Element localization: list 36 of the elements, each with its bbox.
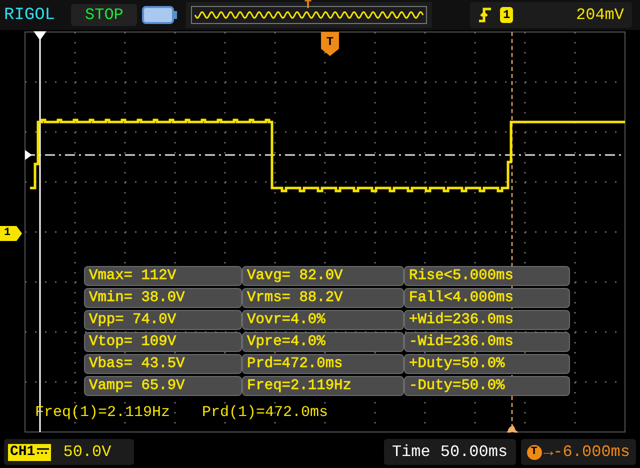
timebase-value: 50.00ms: [440, 443, 508, 461]
run-state[interactable]: STOP: [71, 4, 138, 26]
measurement-cell: -Wid=236.0ms: [404, 332, 570, 352]
trigger-level-marker-icon: [25, 150, 32, 160]
measurement-cell: Prd=472.0ms: [242, 354, 404, 374]
measurement-cell: Fall<4.000ms: [404, 288, 570, 308]
measurement-cell: Vovr=4.0%: [242, 310, 404, 330]
trigger-position-marker: T: [304, 0, 312, 11]
measurement-cell: Vpp= 74.0V: [84, 310, 242, 330]
trigger-level: 204mV: [576, 6, 624, 24]
trigger-offset-marker: T: [526, 444, 542, 460]
battery-icon: [142, 5, 178, 25]
measurement-cell: Vamp= 65.9V: [84, 376, 242, 396]
measurement-cell: Vmin= 38.0V: [84, 288, 242, 308]
measurement-readout: Prd(1)=472.0ms: [202, 404, 328, 421]
measurement-cell: +Wid=236.0ms: [404, 310, 570, 330]
channel-marker[interactable]: 1: [0, 226, 22, 241]
measurement-cell: Vavg= 82.0V: [242, 266, 404, 286]
measurement-cell: +Duty=50.0%: [404, 354, 570, 374]
rising-edge-icon: [478, 7, 492, 23]
dc-coupling-icon: [37, 447, 50, 457]
timebase-label: Time: [392, 443, 430, 461]
measurement-cell: Vpre=4.0%: [242, 332, 404, 352]
measurement-cell: Vmax= 112V: [84, 266, 242, 286]
trigger-marker[interactable]: T: [321, 32, 339, 56]
brand-logo: RIGOL: [4, 6, 56, 24]
measurement-cell: Rise<5.000ms: [404, 266, 570, 286]
vertical-scale: 50.0V: [63, 443, 112, 461]
measurement-cell: Vrms= 88.2V: [242, 288, 404, 308]
measurement-cell: Freq=2.119Hz: [242, 376, 404, 396]
measurement-cell: Vbas= 43.5V: [84, 354, 242, 374]
channel-badge[interactable]: CH1: [8, 444, 52, 460]
measurement-cell: Vtop= 109V: [84, 332, 242, 352]
trigger-source-badge: 1: [500, 7, 514, 23]
measurement-cell: -Duty=50.0%: [404, 376, 570, 396]
trigger-offset-value: →-6.000ms: [544, 443, 630, 461]
